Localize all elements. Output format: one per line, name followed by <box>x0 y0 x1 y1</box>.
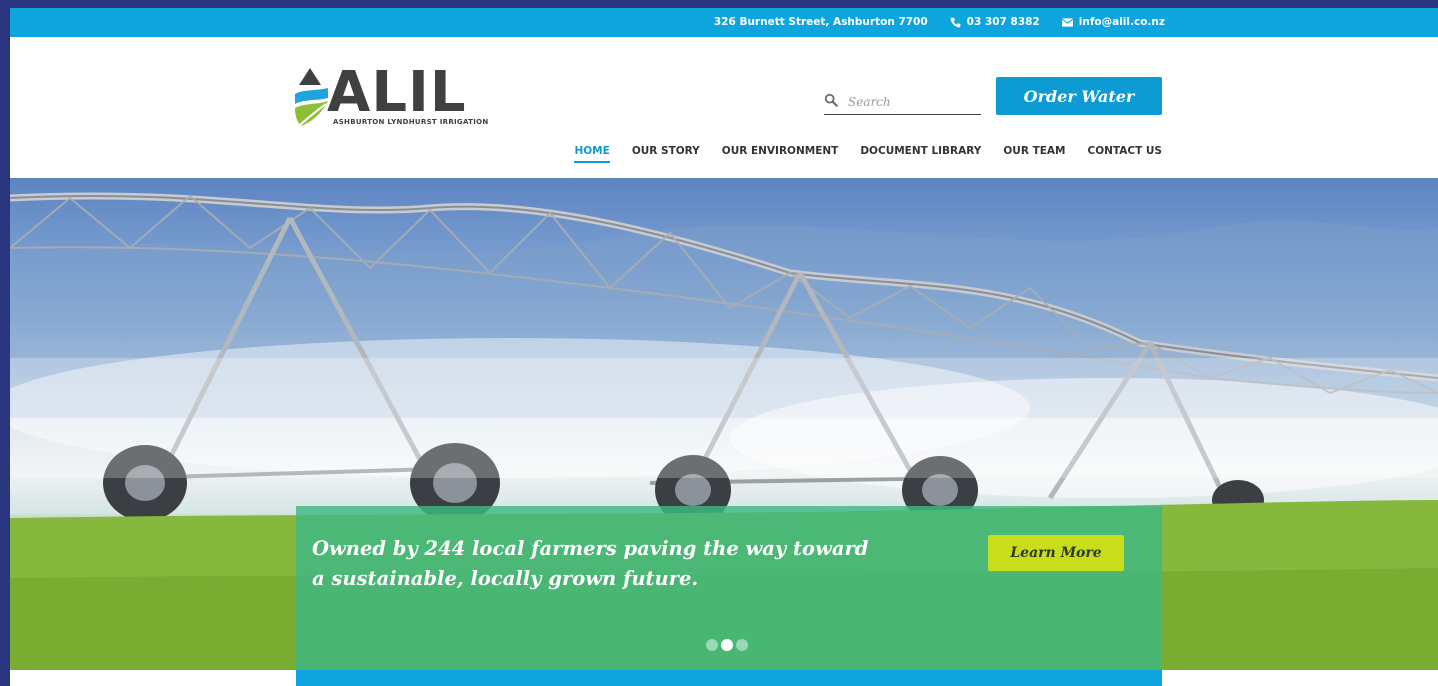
hero-slider: Owned by 244 local farmers paving the wa… <box>10 178 1438 670</box>
phone-link[interactable]: 03 307 8382 <box>967 16 1040 28</box>
address-text: 326 Burnett Street, Ashburton 7700 <box>713 16 928 28</box>
hero-caption-text: Owned by 244 local farmers paving the wa… <box>312 537 869 590</box>
logo-drop-icon <box>295 68 328 126</box>
nav-item-home[interactable]: HOME <box>574 145 610 163</box>
mail-icon <box>1061 17 1073 27</box>
nav-item-document-library[interactable]: DOCUMENT LIBRARY <box>860 145 981 163</box>
learn-more-button[interactable]: Learn More <box>988 535 1124 571</box>
search-icon[interactable] <box>824 92 838 111</box>
search-box <box>824 90 981 115</box>
nav-item-contact-us[interactable]: CONTACT US <box>1087 145 1162 163</box>
slider-dot-3[interactable] <box>736 639 748 651</box>
slider-dot-1[interactable] <box>706 639 718 651</box>
slider-dots <box>706 639 748 651</box>
content-strip <box>296 670 1162 686</box>
hero-caption-panel: Owned by 244 local farmers paving the wa… <box>296 506 1162 670</box>
phone-icon <box>950 17 961 28</box>
nav-item-our-environment[interactable]: OUR ENVIRONMENT <box>722 145 839 163</box>
logo-tagline: ASHBURTON LYNDHURST IRRIGATION <box>333 118 489 126</box>
email-link[interactable]: info@alil.co.nz <box>1079 16 1165 28</box>
top-info-bar: 326 Burnett Street, Ashburton 7700 03 30… <box>10 8 1438 37</box>
main-nav: HOME OUR STORY OUR ENVIRONMENT DOCUMENT … <box>574 145 1162 163</box>
order-water-button[interactable]: Order Water <box>996 77 1162 115</box>
site-logo[interactable]: ALIL ASHBURTON LYNDHURST IRRIGATION <box>294 60 524 134</box>
logo-wordmark: ALIL <box>327 60 467 125</box>
nav-item-our-team[interactable]: OUR TEAM <box>1003 145 1065 163</box>
slider-dot-2[interactable] <box>721 639 733 651</box>
page: 326 Burnett Street, Ashburton 7700 03 30… <box>10 8 1438 686</box>
search-input[interactable] <box>846 90 980 114</box>
nav-item-our-story[interactable]: OUR STORY <box>632 145 700 163</box>
contact-info: 326 Burnett Street, Ashburton 7700 03 30… <box>714 16 1165 28</box>
